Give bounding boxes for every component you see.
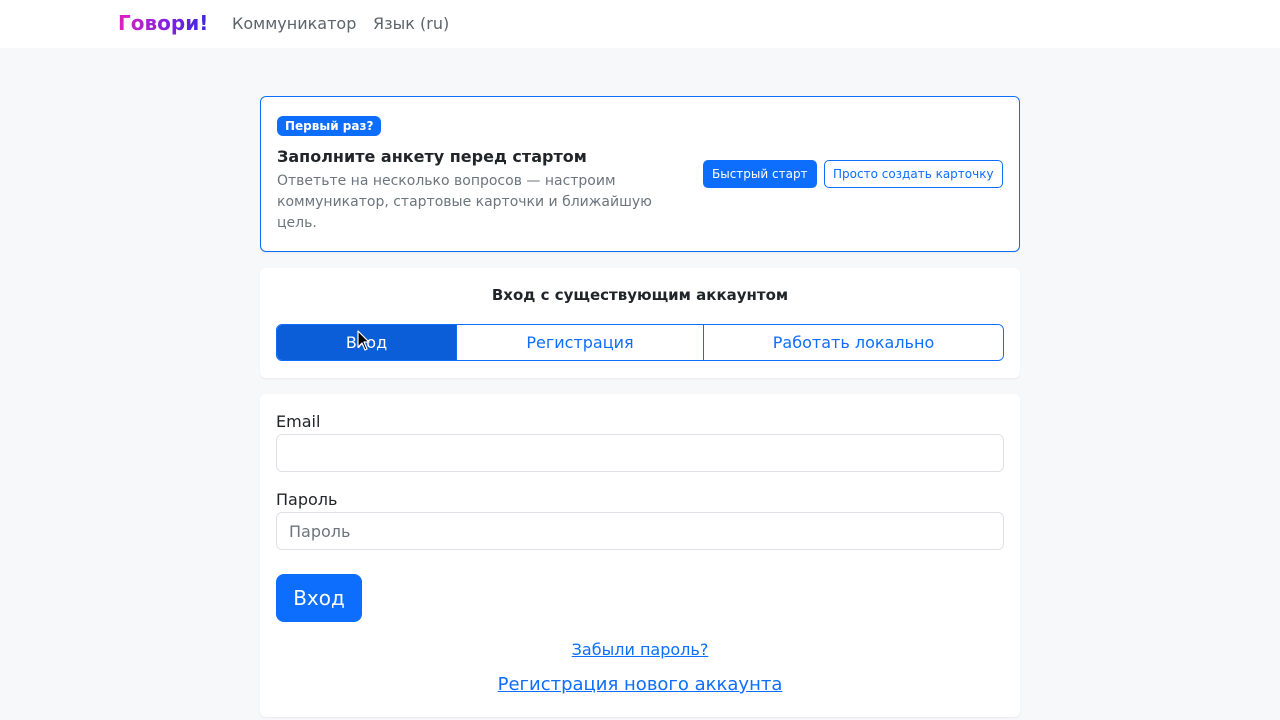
auth-mode-tabs: Вход Регистрация Работать локально xyxy=(276,324,1004,361)
password-field[interactable] xyxy=(276,512,1004,550)
email-field[interactable] xyxy=(276,434,1004,472)
nav-link-communicator[interactable]: Коммуникатор xyxy=(232,14,356,33)
login-form-card: Email Пароль Вход Забыли пароль? Регистр… xyxy=(260,394,1020,717)
onboarding-card: Первый раз? Заполните анкету перед старт… xyxy=(260,96,1020,252)
login-title: Вход с существующим аккаунтом xyxy=(491,286,789,304)
email-label: Email xyxy=(276,412,321,431)
password-label: Пароль xyxy=(276,490,338,509)
create-card-button[interactable]: Просто создать карточку xyxy=(824,160,1003,188)
tab-registration[interactable]: Регистрация xyxy=(457,325,704,360)
onboarding-title: Заполните анкету перед стартом xyxy=(277,147,587,166)
first-time-badge: Первый раз? xyxy=(277,116,382,136)
quick-start-button[interactable]: Быстрый старт xyxy=(703,160,817,188)
register-account-link[interactable]: Регистрация нового аккаунта xyxy=(260,674,1020,695)
tab-login[interactable]: Вход xyxy=(277,325,457,360)
nav-link-language[interactable]: Язык (ru) xyxy=(373,14,449,33)
forgot-password-link[interactable]: Забыли пароль? xyxy=(260,640,1020,659)
brand-logo[interactable]: Говори! xyxy=(118,11,208,35)
login-submit-button[interactable]: Вход xyxy=(276,574,362,622)
top-navbar: Говори! Коммуникатор Язык (ru) xyxy=(0,0,1280,48)
login-mode-card: Вход с существующим аккаунтом Вход Регис… xyxy=(260,268,1020,378)
tab-work-locally[interactable]: Работать локально xyxy=(704,325,1003,360)
onboarding-description: Ответьте на несколько вопросов — настрои… xyxy=(277,173,652,231)
